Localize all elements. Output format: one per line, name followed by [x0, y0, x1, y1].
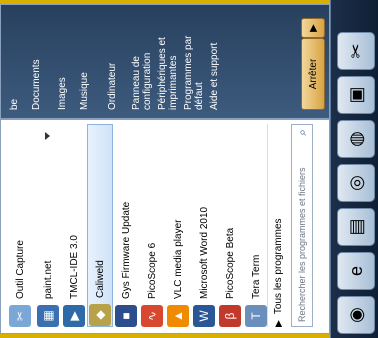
firefox-icon[interactable]: ◎ [337, 164, 375, 202]
picoscope-beta-icon: β [219, 305, 241, 327]
program-gys-firmware[interactable]: ■ Gys Firmware Update [113, 124, 139, 327]
all-programs-label: Tous les programmes [272, 218, 284, 315]
program-picoscope-6[interactable]: ∿ PicoScope 6 [139, 124, 165, 327]
submenu-arrow-icon[interactable] [45, 132, 50, 140]
program-picoscope-beta[interactable]: β PicoScope Beta [217, 124, 243, 327]
program-label: paint.net [42, 260, 54, 299]
program-outil-capture[interactable]: ✂ Outil Capture [7, 124, 33, 327]
chrome-icon[interactable]: ◍ [337, 120, 375, 158]
program-caliweld[interactable]: ◆ Caliweld [87, 124, 113, 327]
program-label: Caliweld [94, 260, 106, 298]
program-label: Gys Firmware Update [120, 201, 132, 299]
program-tmcl-ide[interactable]: ▶ TMCL-IDE 3.0 [61, 124, 87, 327]
app-icon[interactable]: ▣ [337, 76, 375, 114]
program-paint-net[interactable]: ▦ paint.net [35, 124, 61, 327]
programs-pane: ✂ Outil Capture ▦ paint.net ▶ TMCL-IDE 3… [0, 119, 330, 334]
gys-icon: ■ [115, 305, 137, 327]
user-folder-link[interactable]: be [9, 6, 20, 110]
arrow-right-icon: ▶ [272, 320, 283, 327]
control-panel-link[interactable]: Panneau de configuration [131, 6, 153, 110]
program-word-2010[interactable]: W Microsoft Word 2010 [191, 124, 217, 327]
program-vlc[interactable]: ▲ VLC media player [165, 124, 191, 327]
explorer-icon[interactable]: ▤ [337, 208, 375, 246]
ie-icon[interactable]: e [337, 252, 375, 290]
devices-printers-link[interactable]: Périphériques et imprimantes [157, 6, 179, 110]
scissors-icon[interactable]: ✂ [337, 32, 375, 70]
program-label: Microsoft Word 2010 [198, 206, 210, 299]
program-label: Tera Term [250, 254, 262, 299]
tmcl-icon: ▶ [63, 305, 85, 327]
paint-icon: ▦ [37, 305, 59, 327]
search-icon: ⌕ [295, 129, 309, 136]
images-link[interactable]: Images [57, 6, 68, 110]
start-menu: ✂ Outil Capture ▦ paint.net ▶ TMCL-IDE 3… [0, 4, 330, 334]
all-programs-button[interactable]: ▶ Tous les programmes [269, 124, 287, 327]
shutdown-button[interactable]: Arrêter [301, 38, 325, 110]
caliweld-icon: ◆ [89, 304, 111, 326]
teraterm-icon: T [245, 305, 267, 327]
program-label: Outil Capture [14, 240, 26, 299]
search-placeholder: Rechercher les programmes et fichiers [297, 167, 307, 322]
separator [267, 124, 268, 327]
program-label: PicoScope 6 [146, 242, 158, 299]
shutdown-options-button[interactable]: ▶ [301, 18, 325, 38]
program-label: VLC media player [172, 219, 184, 299]
start-orb-button[interactable]: ◉ [337, 296, 375, 334]
music-link[interactable]: Musique [79, 6, 90, 110]
help-support-link[interactable]: Aide et support [209, 6, 220, 110]
shutdown-label: Arrêter [307, 58, 319, 90]
default-programs-link[interactable]: Programmes par défaut [183, 6, 205, 110]
documents-link[interactable]: Documents [31, 6, 42, 110]
picoscope-icon: ∿ [141, 305, 163, 327]
taskbar: ◉ e ▤ ◎ ◍ ▣ ✂ [330, 0, 378, 338]
search-box[interactable]: Rechercher les programmes et fichiers ⌕ [291, 124, 313, 327]
vlc-icon: ▲ [167, 305, 189, 327]
program-tera-term[interactable]: T Tera Term [243, 124, 269, 327]
start-menu-rotated-view: ✂ Outil Capture ▦ paint.net ▶ TMCL-IDE 3… [0, 0, 378, 338]
system-links-pane: be Documents Images Musique Ordinateur P… [0, 4, 330, 119]
word-icon: W [193, 305, 215, 327]
scissors-icon: ✂ [9, 305, 31, 327]
computer-link[interactable]: Ordinateur [107, 6, 118, 110]
program-label: PicoScope Beta [224, 227, 236, 299]
program-label: TMCL-IDE 3.0 [68, 235, 80, 299]
